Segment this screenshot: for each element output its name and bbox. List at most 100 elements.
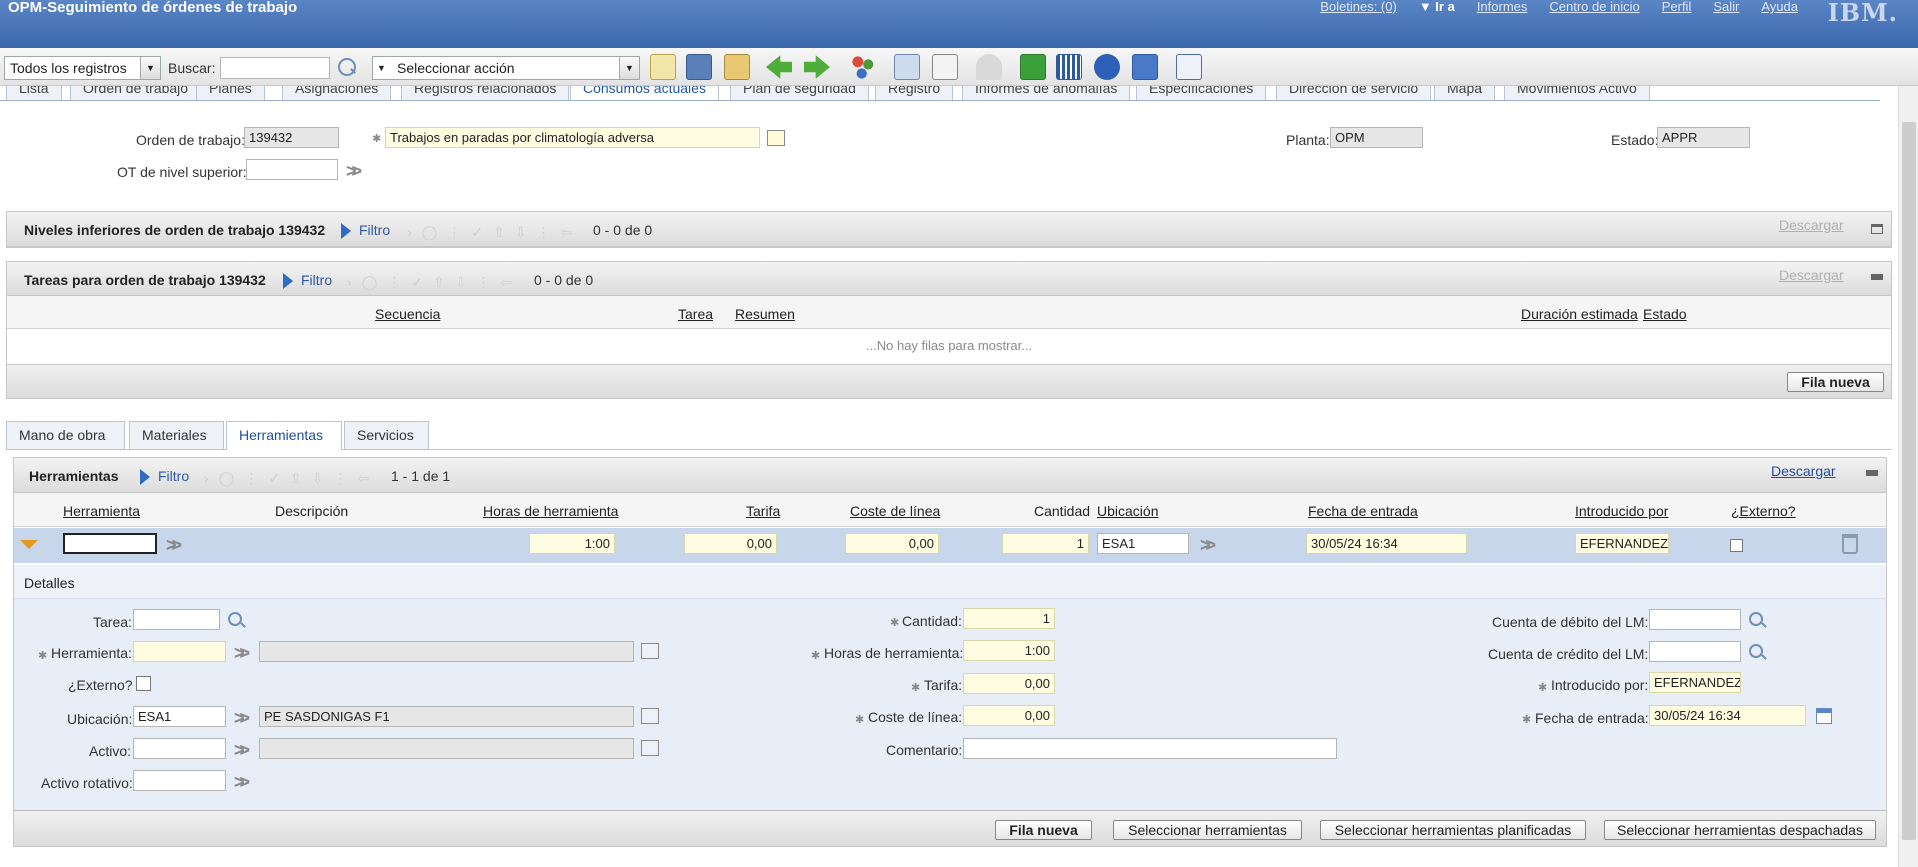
- maximize-icon[interactable]: [1871, 224, 1883, 234]
- col-horas[interactable]: Horas de herramienta: [483, 503, 618, 519]
- tab-orden-trabajo[interactable]: Orden de trabajo: [70, 86, 202, 100]
- debito-field[interactable]: [1649, 609, 1741, 630]
- page-scrollbar[interactable]: [1898, 86, 1918, 867]
- select-tools-button[interactable]: Seleccionar herramientas: [1113, 820, 1302, 840]
- niveles-filter-button[interactable]: Filtro: [341, 222, 390, 239]
- tab-plan-seguridad[interactable]: Plan de seguridad: [730, 86, 869, 100]
- col-ubicacion[interactable]: Ubicación: [1097, 503, 1158, 519]
- detail-menu-icon[interactable]: >>: [234, 709, 250, 727]
- row-horas-field[interactable]: 1:00: [529, 533, 615, 554]
- detail-menu-icon[interactable]: >>: [234, 741, 250, 759]
- scrollbar-thumb[interactable]: [1902, 122, 1916, 840]
- tab-mano-obra[interactable]: Mano de obra: [6, 421, 125, 449]
- tab-mapa[interactable]: Mapa: [1434, 86, 1496, 100]
- search-icon[interactable]: [338, 58, 356, 76]
- select-dispatched-tools-button[interactable]: Seleccionar herramientas despachadas: [1604, 820, 1876, 840]
- col-tarifa[interactable]: Tarifa: [746, 503, 780, 519]
- col-tarea[interactable]: Tarea: [678, 306, 713, 322]
- row-tarifa-field[interactable]: 0,00: [684, 533, 777, 554]
- coste-field[interactable]: 0,00: [963, 705, 1055, 726]
- report-icon[interactable]: [932, 54, 958, 80]
- link-ir-a[interactable]: ▼ Ir a: [1419, 0, 1455, 14]
- tab-planes[interactable]: Planes: [196, 86, 265, 100]
- link-ayuda[interactable]: Ayuda: [1761, 0, 1798, 14]
- horas-field[interactable]: 1:00: [963, 640, 1055, 661]
- tab-asignaciones[interactable]: Asignaciones: [282, 86, 392, 100]
- cantidad-field[interactable]: 1: [963, 608, 1055, 629]
- tarea-field[interactable]: [133, 609, 220, 630]
- route-icon[interactable]: [894, 54, 920, 80]
- activo-rotativo-field[interactable]: [133, 770, 226, 791]
- calendar-icon[interactable]: [1816, 708, 1832, 724]
- credito-field[interactable]: [1649, 641, 1741, 662]
- detail-menu-icon[interactable]: >>: [234, 773, 250, 791]
- link-centro-inicio[interactable]: Centro de inicio: [1549, 0, 1639, 14]
- col-externo[interactable]: ¿Externo?: [1731, 503, 1796, 519]
- select-planned-tools-button[interactable]: Seleccionar herramientas planificadas: [1320, 820, 1586, 840]
- tab-registro[interactable]: Registro: [875, 86, 954, 100]
- link-boletines[interactable]: Boletines: (0): [1320, 0, 1397, 14]
- fecha-entrada-field[interactable]: 30/05/24 16:34: [1649, 705, 1806, 726]
- long-description-icon[interactable]: [767, 130, 785, 146]
- cancel-x-icon[interactable]: [1132, 54, 1158, 80]
- tab-consumos-actuales[interactable]: Consumos actuales: [570, 86, 719, 100]
- row-introducido-field[interactable]: EFERNANDEZ: [1575, 533, 1669, 554]
- records-select[interactable]: Todos los registros ▼: [4, 56, 161, 80]
- herramientas-filter-button[interactable]: Filtro: [140, 468, 189, 485]
- tab-registros-relacionados[interactable]: Registros relacionados: [401, 86, 570, 100]
- tareas-download-link[interactable]: Descargar: [1779, 267, 1844, 283]
- tareas-filter-button[interactable]: Filtro: [283, 272, 332, 289]
- tareas-new-row-button[interactable]: Fila nueva: [1787, 372, 1884, 392]
- delete-row-icon[interactable]: [1842, 534, 1858, 554]
- row-herramienta-input[interactable]: [63, 533, 157, 554]
- col-secuencia[interactable]: Secuencia: [375, 306, 440, 322]
- link-perfil[interactable]: Perfil: [1662, 0, 1692, 14]
- clear-icon[interactable]: [724, 54, 750, 80]
- minimize-icon[interactable]: [1871, 274, 1883, 280]
- introducido-field[interactable]: EFERNANDEZ: [1649, 672, 1741, 693]
- row-externo-checkbox[interactable]: [1730, 539, 1743, 552]
- tab-materiales[interactable]: Materiales: [129, 421, 224, 449]
- detail-menu-icon[interactable]: >>: [234, 644, 250, 662]
- tab-movimientos-activo[interactable]: Movimientos Activo: [1504, 86, 1650, 100]
- col-herramienta[interactable]: Herramienta: [63, 503, 140, 519]
- row-cantidad-field[interactable]: 1: [1002, 533, 1089, 554]
- row-fecha-field[interactable]: 30/05/24 16:34: [1306, 533, 1467, 554]
- externo-checkbox[interactable]: [136, 676, 151, 691]
- search-input[interactable]: [220, 57, 330, 79]
- parent-ot-field[interactable]: [246, 159, 338, 180]
- long-description-icon[interactable]: [641, 708, 659, 724]
- link-salir[interactable]: Salir: [1713, 0, 1739, 14]
- tab-herramientas[interactable]: Herramientas: [226, 421, 342, 450]
- tab-servicios[interactable]: Servicios: [344, 421, 429, 449]
- save-icon[interactable]: [686, 54, 712, 80]
- tab-especificaciones[interactable]: Especificaciones: [1136, 86, 1267, 100]
- tarifa-field[interactable]: 0,00: [963, 673, 1055, 694]
- complete-check-icon[interactable]: [1094, 54, 1120, 80]
- ot-description-field[interactable]: Trabajos en paradas por climatología adv…: [385, 127, 760, 148]
- long-description-icon[interactable]: [641, 740, 659, 756]
- detail-menu-icon[interactable]: >>: [346, 162, 362, 180]
- search-icon[interactable]: [228, 612, 242, 626]
- row-ubicacion-field[interactable]: ESA1: [1097, 533, 1189, 554]
- row-expand-icon[interactable]: [20, 540, 38, 549]
- detail-menu-icon[interactable]: >>: [1200, 536, 1216, 554]
- activo-field[interactable]: [133, 738, 226, 759]
- col-fecha-entrada[interactable]: Fecha de entrada: [1308, 503, 1418, 519]
- preview-icon[interactable]: [1176, 54, 1202, 80]
- search-icon[interactable]: [1749, 612, 1763, 626]
- col-introducido[interactable]: Introducido por: [1575, 503, 1668, 519]
- checkbox-approve-icon[interactable]: [1020, 54, 1046, 80]
- minimize-icon[interactable]: [1866, 470, 1878, 476]
- barcode-icon[interactable]: [1056, 54, 1082, 80]
- new-row-button[interactable]: Fila nueva: [995, 820, 1092, 840]
- detail-menu-icon[interactable]: >>: [166, 536, 182, 554]
- search-icon[interactable]: [1749, 644, 1763, 658]
- workflow-icon[interactable]: [850, 54, 876, 80]
- gauge-icon[interactable]: [976, 54, 1002, 80]
- new-record-icon[interactable]: [650, 54, 676, 80]
- comentario-field[interactable]: [963, 738, 1337, 759]
- link-informes[interactable]: Informes: [1477, 0, 1528, 14]
- herramienta-field[interactable]: [133, 641, 226, 662]
- col-resumen[interactable]: Resumen: [735, 306, 795, 322]
